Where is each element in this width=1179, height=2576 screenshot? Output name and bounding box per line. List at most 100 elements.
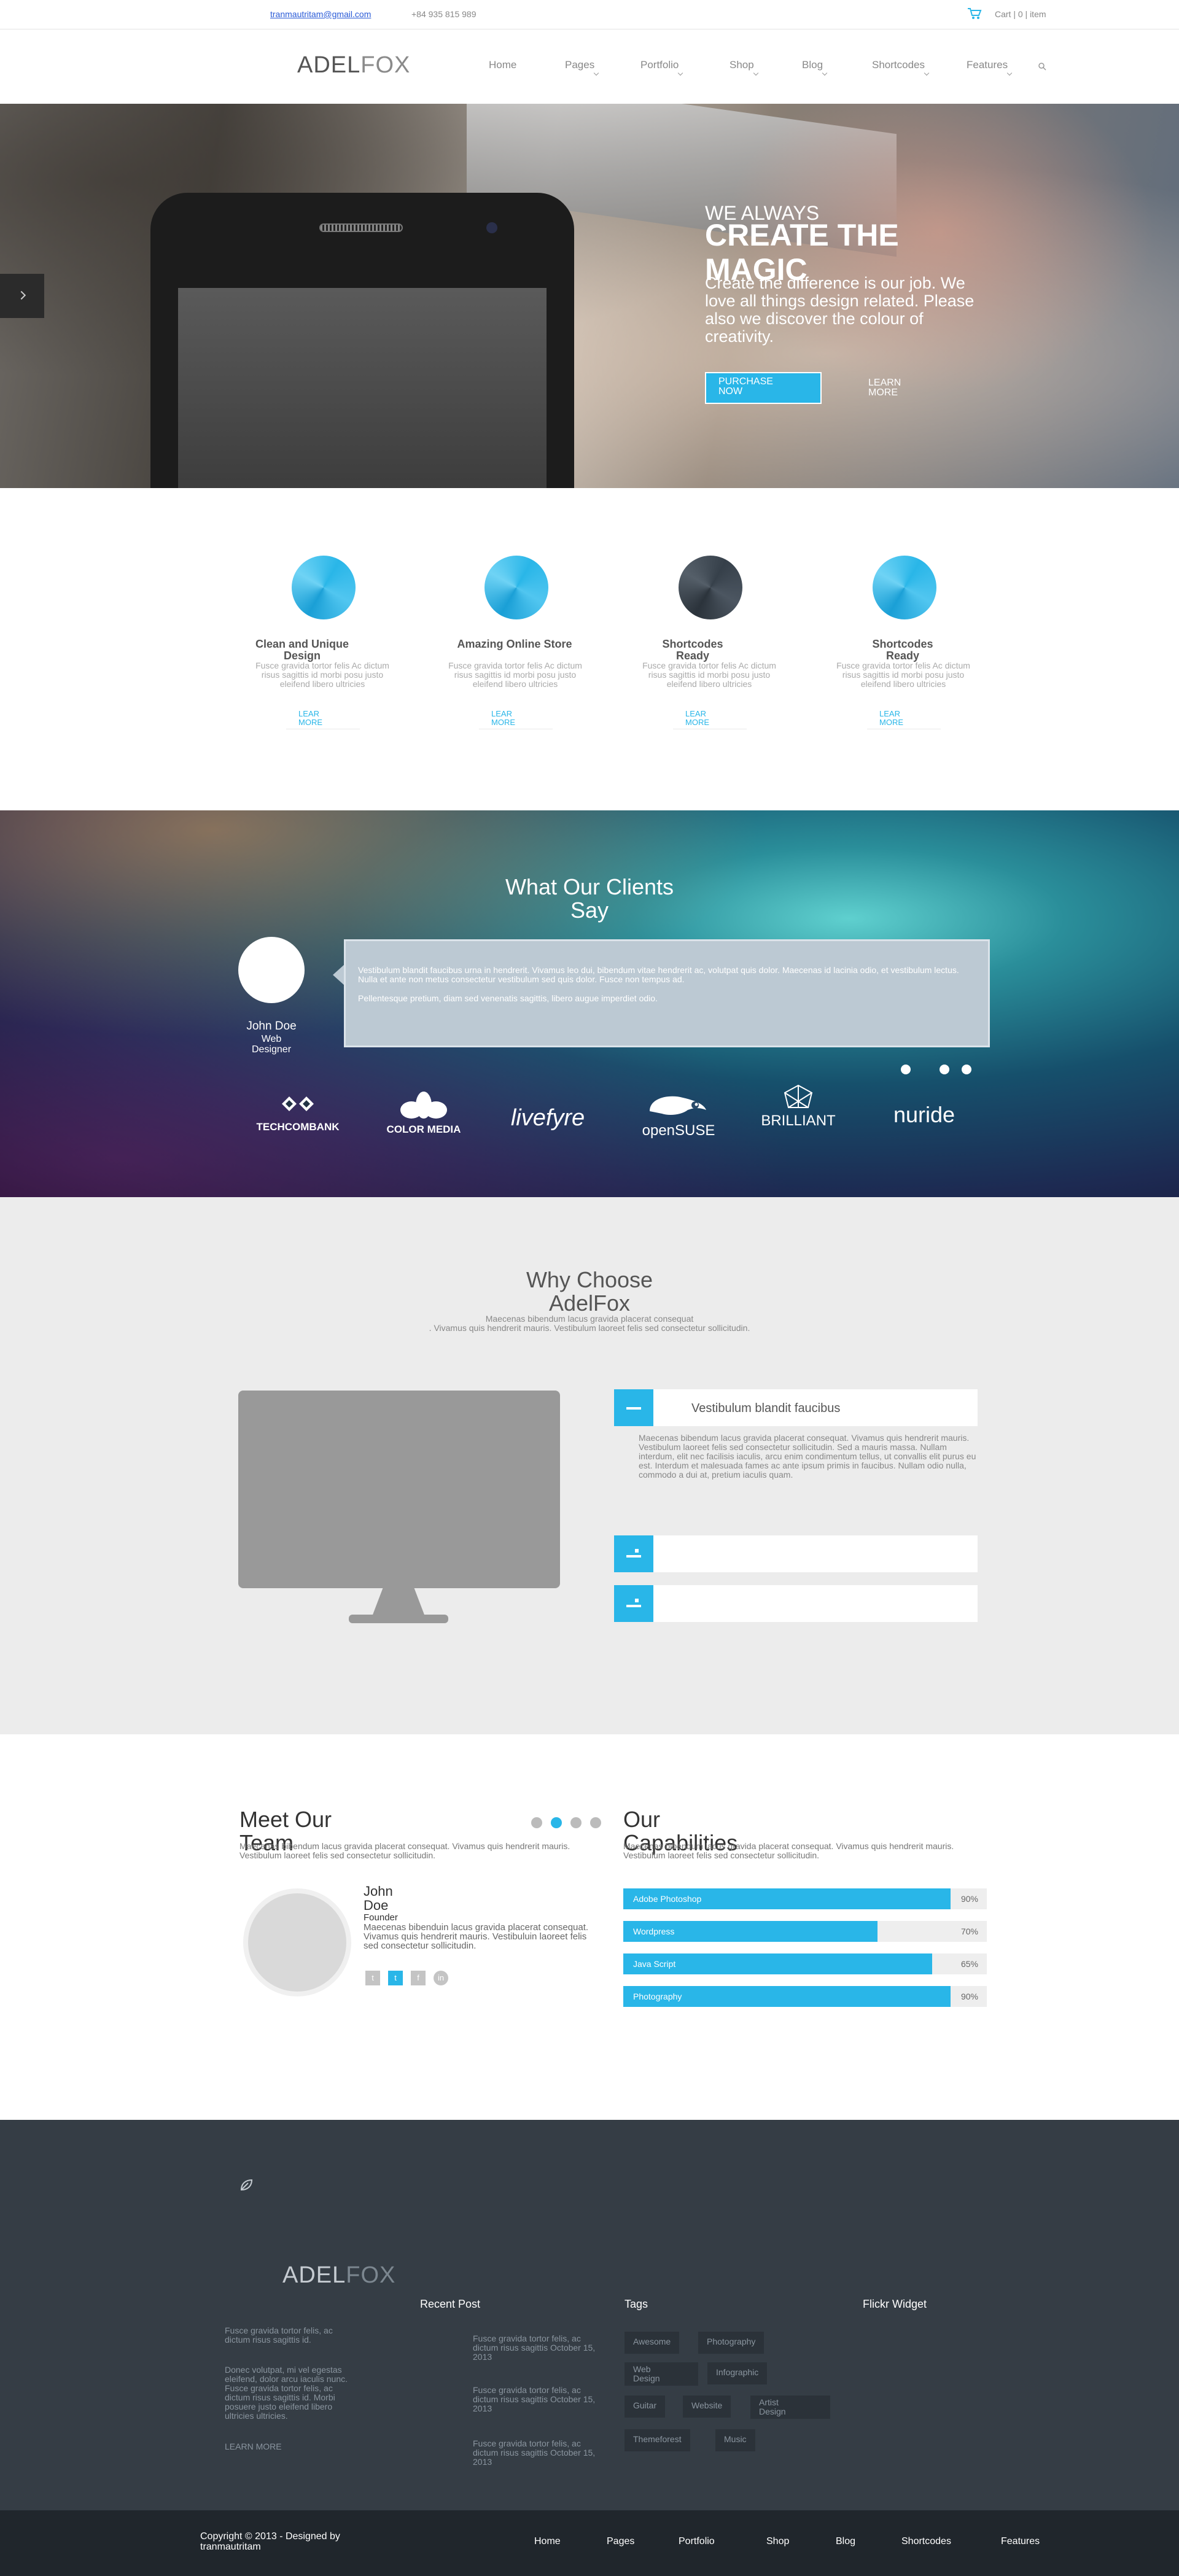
feature-learn-more-link[interactable]: LEAR MORE <box>685 710 722 727</box>
linkedin-icon[interactable]: in <box>434 1971 448 1985</box>
team-slider-dot[interactable] <box>590 1817 601 1828</box>
contact-phone: +84 935 815 989 <box>411 9 477 19</box>
testimonial-dot[interactable] <box>962 1065 971 1074</box>
footer-nav-pages[interactable]: Pages <box>607 2536 634 2547</box>
nav-blog-label: Blog <box>802 59 823 71</box>
recent-post-item[interactable]: Fusce gravida tortor felis, ac dictum ri… <box>473 2334 599 2362</box>
twitter-icon[interactable]: t <box>388 1971 403 1985</box>
feature-learn-more-link[interactable]: LEAR MORE <box>879 710 916 727</box>
recent-post-item[interactable]: Fusce gravida tortor felis, ac dictum ri… <box>473 2439 599 2467</box>
chevron-down-icon <box>678 70 683 76</box>
nav-pages[interactable]: Pages <box>565 59 599 76</box>
feature-title: Clean and Unique Design <box>255 638 349 662</box>
footer-learn-more-link[interactable]: LEARN MORE <box>225 2442 282 2451</box>
chevron-down-icon <box>822 70 828 76</box>
team-slider-dot-active[interactable] <box>551 1817 562 1828</box>
skill-percent: 70% <box>960 1926 978 1936</box>
skill-label: Java Script <box>633 1959 676 1969</box>
why-subtitle-line: . Vivamus quis hendrerit mauris. Vestibu… <box>429 1323 750 1333</box>
hero-slider: WE ALWAYS CREATE THE MAGIC Create the di… <box>0 104 1179 488</box>
tag-item[interactable]: Website <box>683 2396 731 2418</box>
feature-icon <box>292 556 356 619</box>
client-role-text: Web Designer <box>251 1034 292 1055</box>
team-slider-dot[interactable] <box>570 1817 582 1828</box>
chevron-down-icon <box>1006 70 1013 76</box>
cart-icon[interactable] <box>967 7 982 20</box>
client-name: John Doe <box>246 1020 297 1033</box>
footer-about-text: Fusce gravida tortor felis, ac dictum ri… <box>225 2326 333 2345</box>
nav-features[interactable]: Features <box>967 59 1013 76</box>
nav-shop[interactable]: Shop <box>730 59 758 76</box>
team-member-photo <box>243 1888 351 1996</box>
skill-label: Photography <box>633 1992 682 2001</box>
techcombank-label: TECHCOMBANK <box>256 1121 340 1133</box>
tag-item[interactable]: Web Design <box>625 2362 698 2386</box>
feature-learn-more-link[interactable]: LEAR MORE <box>298 710 335 727</box>
logo[interactable]: ADELFOX <box>297 52 410 79</box>
feature-icon <box>484 556 548 619</box>
plus-icon <box>614 1585 653 1622</box>
chevron-down-icon <box>924 70 930 76</box>
cart-link[interactable]: Cart | 0 | item <box>995 9 1046 19</box>
accordion-item-open[interactable]: Vestibulum blandit faucibus <box>614 1389 978 1426</box>
techcombank-icon <box>282 1096 314 1111</box>
livefyre-label: livefyre <box>510 1105 585 1131</box>
why-title-text: Why Choose AdelFox <box>526 1267 653 1316</box>
tag-item[interactable]: Themeforest <box>625 2429 690 2451</box>
recent-post-item[interactable]: Fusce gravida tortor felis, ac dictum ri… <box>473 2386 599 2413</box>
nav-portfolio[interactable]: Portfolio <box>640 59 683 76</box>
nav-shop-label: Shop <box>730 59 754 71</box>
testimonial-quote: Vestibulum blandit faucibus urna in hend… <box>344 939 990 1047</box>
tumblr-icon[interactable]: t <box>365 1971 380 1985</box>
nuride-label: nuride <box>893 1102 955 1127</box>
testimonials-title-text: What Our Clients Say <box>505 874 674 923</box>
site-header: ADELFOX Home Pages Portfolio Shop Blog S… <box>0 30 1179 104</box>
flickr-widget-title: Flickr Widget <box>863 2298 927 2310</box>
tag-item[interactable]: Infographic <box>707 2362 768 2384</box>
client-logo-livefyre: livefyre <box>499 1105 597 1166</box>
tag-item[interactable]: Artist Design <box>750 2396 830 2419</box>
purchase-now-button[interactable]: PURCHASE NOW <box>705 372 822 404</box>
recent-post-title: Recent Post <box>420 2298 481 2310</box>
nav-home[interactable]: Home <box>489 59 516 71</box>
accordion-item[interactable] <box>614 1585 978 1622</box>
contact-email-link[interactable]: tranmautritam@gmail.com <box>270 9 371 19</box>
footer-nav-shortcodes[interactable]: Shortcodes <box>901 2536 951 2547</box>
accordion-item[interactable] <box>614 1535 978 1572</box>
hero-description: Create the difference is our job. We lov… <box>705 274 975 346</box>
feature-desc: Fusce gravida tortor felis Ac dictum ris… <box>255 661 389 689</box>
minus-icon <box>614 1389 653 1426</box>
opensuse-label: openSUSE <box>642 1122 715 1139</box>
tag-item[interactable]: Guitar <box>625 2396 666 2418</box>
feature-desc: Fusce gravida tortor felis Ac dictum ris… <box>642 661 776 689</box>
footer-nav-portfolio[interactable]: Portfolio <box>679 2536 715 2547</box>
search-icon[interactable] <box>1038 62 1046 71</box>
footer-logo[interactable]: ADELFOX <box>282 2262 395 2289</box>
nav-blog[interactable]: Blog <box>802 59 828 76</box>
nav-features-label: Features <box>967 59 1008 71</box>
team-slider-dot[interactable] <box>531 1817 542 1828</box>
feature-learn-more-link[interactable]: LEAR MORE <box>491 710 528 727</box>
facebook-icon[interactable]: f <box>411 1971 426 1985</box>
tag-item[interactable]: Music <box>715 2429 755 2451</box>
slider-next-button[interactable] <box>0 274 44 318</box>
accordion-content: Maecenas bibendum lacus gravida placerat… <box>639 1433 976 1480</box>
testimonial-dot[interactable] <box>901 1065 911 1074</box>
testimonial-dot[interactable] <box>940 1065 949 1074</box>
footer-about-text: Donec volutpat, mi vel egestas eleifend,… <box>225 2365 348 2421</box>
learn-more-button[interactable]: LEARN MORE <box>868 378 905 398</box>
plus-icon <box>614 1535 653 1572</box>
brilliant-icon <box>784 1084 813 1108</box>
footer-nav-shop[interactable]: Shop <box>766 2536 789 2547</box>
tag-item[interactable]: Photography <box>698 2332 765 2354</box>
why-choose-section: Why Choose AdelFox Maecenas bibendum lac… <box>0 1197 1179 1734</box>
skill-percent: 90% <box>960 1992 978 2001</box>
tags-title: Tags <box>625 2298 648 2310</box>
tag-label: Web Design <box>633 2364 660 2383</box>
client-logo-nuride: nuride <box>878 1102 970 1163</box>
footer-nav-features[interactable]: Features <box>1001 2536 1040 2547</box>
tag-item[interactable]: Awesome <box>625 2332 680 2354</box>
footer-nav-home[interactable]: Home <box>534 2536 561 2547</box>
footer-nav-blog[interactable]: Blog <box>836 2536 855 2547</box>
nav-shortcodes[interactable]: Shortcodes <box>872 59 930 76</box>
